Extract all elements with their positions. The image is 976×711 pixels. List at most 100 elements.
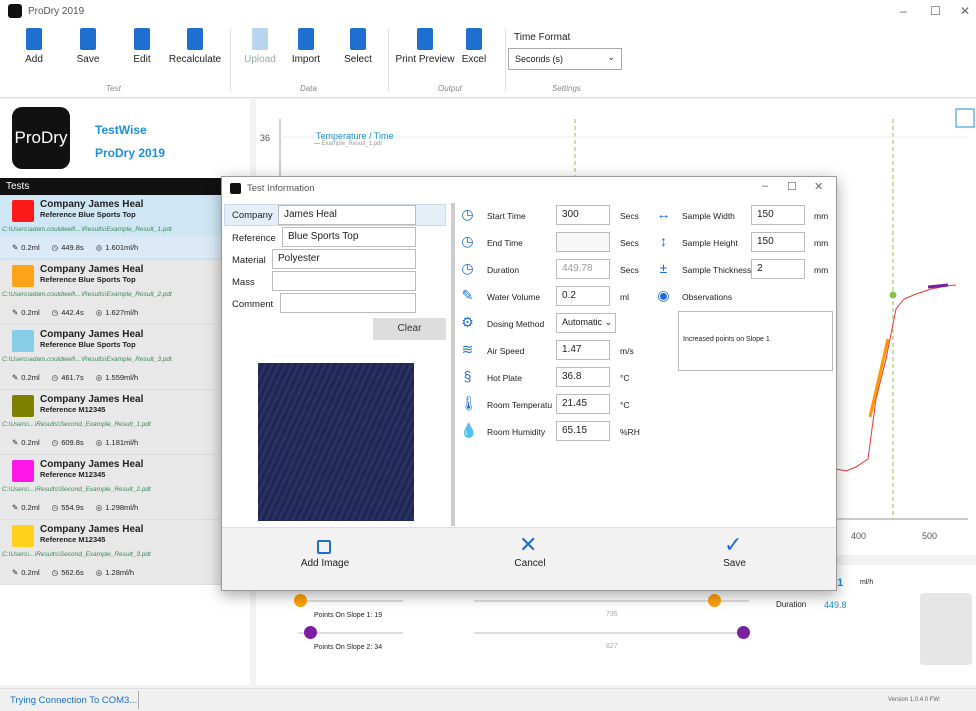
maximize-icon[interactable]: ☐ [787,180,797,193]
clear-button[interactable]: Clear [373,318,446,340]
upload-icon [252,28,268,50]
ribbon-divider [230,28,231,92]
sample-height-label: Sample Height [682,238,738,248]
observations-field[interactable]: Increased points on Slope 1 [678,311,833,371]
save-icon [80,28,96,50]
test-card[interactable]: Company James Heal Reference Blue Sports … [0,195,250,260]
recalculate-button[interactable]: Recalculate [164,28,226,65]
maximize-icon[interactable]: ☐ [930,4,941,18]
sample-thickness-field[interactable]: 2 [751,259,805,279]
slope-2-end-handle[interactable] [737,626,750,639]
rate-unit: ml/h [860,579,874,586]
slope-1-track[interactable] [298,600,403,602]
sample-height-field[interactable]: 150 [751,232,805,252]
dialog-splitter[interactable] [451,203,455,526]
end-time-field[interactable] [556,232,610,252]
test-card[interactable]: Company James Heal Reference M12345 C:\Use… [0,390,250,455]
test-path: C:\Users\adam.couldwell\...\Results\Exam… [2,291,172,298]
color-swatch [12,265,34,287]
test-rate: 1.559ml/h [105,372,139,382]
start-time-field[interactable]: 300 [556,205,610,225]
slope-2-end-track[interactable] [474,632,749,634]
left-panel: ProDry TestWise ProDry 2019 Tests Compan… [0,99,250,685]
edit-button[interactable]: Edit [114,28,170,65]
sample-width-field[interactable]: 150 [751,205,805,225]
brand-name: TestWise [95,123,147,137]
minimize-icon[interactable]: – [900,4,907,18]
rate-icon: ◎ [95,502,103,512]
ribbon: Add Save Edit Recalculate Test Upload Im… [0,22,976,98]
expand-icon[interactable] [955,108,975,128]
water-volume-unit: ml [620,292,629,302]
close-icon[interactable]: ✕ [814,180,823,193]
chevron-down-icon: ⌄ [604,317,612,327]
air-speed-field[interactable]: 1.47 [556,340,610,360]
minimize-icon[interactable]: – [762,180,768,192]
slope-2-points: Points On Slope 2: 34 [314,644,383,651]
test-volume: 0.2ml [21,307,40,317]
room-temperature-unit: °C [620,400,630,410]
room-humidity-field[interactable]: 65.15 [556,421,610,441]
excel-button[interactable]: Excel [446,28,502,65]
room-temperature-field[interactable]: 21.45 [556,394,610,414]
sample-height-unit: mm [814,238,829,248]
test-card[interactable]: Company James Heal Reference M12345 C:\Use… [0,455,250,520]
test-path: C:\Users\adam.couldwell\...\Results\Exam… [2,356,172,363]
close-icon[interactable]: ✕ [960,4,970,18]
tests-header: Tests [0,178,250,195]
import-button[interactable]: Import [278,28,334,65]
end-time-label: End Time [487,238,523,248]
hot-plate-unit: °C [620,373,630,383]
reference-field[interactable]: Blue Sports Top [282,227,416,247]
add-image-button[interactable]: Add Image [280,558,370,569]
duration-unit: Secs [620,265,639,275]
dosing-method-value: Automatic [562,317,603,327]
clock-icon: ◷ [51,372,59,382]
printer-icon [417,28,433,50]
dialog-title: Test Information [247,182,315,194]
test-reference: Reference M12345 [40,535,106,544]
time-format-select[interactable]: Seconds (s) ⌄ [508,48,622,70]
clock-icon: ◷ [51,437,59,447]
test-card[interactable]: Company James Heal Reference M12345 C:\Use… [0,520,250,585]
clock-icon: ◷ [461,233,474,249]
edit-icon [134,28,150,50]
mass-label: Mass [232,277,255,288]
test-card[interactable]: Company James Heal Reference Blue Sports … [0,325,250,390]
duration-field[interactable]: 449.78 [556,259,610,279]
test-rate: 1.627ml/h [105,307,139,317]
recalculate-label: Recalculate [168,54,222,65]
mass-field[interactable] [272,271,416,291]
save-button[interactable]: Save [697,558,772,569]
humidity-icon: 💧 [460,422,478,438]
device-image [920,593,972,665]
hot-plate-field[interactable]: 36.8 [556,367,610,387]
test-stats: ✎ 0.2ml ◷ 554.9s ◎ 1.298ml/h [0,496,250,518]
test-reference: Reference Blue Sports Top [40,210,136,219]
add-button[interactable]: Add [6,28,62,65]
rate-icon: ◎ [95,242,103,252]
select-button[interactable]: Select [330,28,386,65]
select-label: Select [344,54,372,65]
water-volume-field[interactable]: 0.2 [556,286,610,306]
select-icon [350,28,366,50]
comment-field[interactable] [280,293,416,313]
save-button[interactable]: Save [60,28,116,65]
slope-2-handle[interactable] [304,626,317,639]
thickness-icon: ± [659,260,668,276]
slope-1-end-handle[interactable] [708,594,721,607]
test-card[interactable]: Company James Heal Reference Blue Sports … [0,260,250,325]
material-field[interactable]: Polyester [272,249,416,269]
thermometer-icon: 🌡 [460,395,478,411]
edit-label: Edit [133,54,151,65]
test-company: Company James Heal [40,524,144,535]
sample-width-unit: mm [814,211,829,221]
marker-point[interactable] [889,291,897,299]
dosing-icon: ⚙ [461,314,474,330]
cancel-button[interactable]: Cancel [490,558,570,569]
dialog-footer: Add Image ✕ Cancel ✓ Save [222,527,836,590]
slope-1-handle[interactable] [294,594,307,607]
test-information-dialog: Test Information – ☐ ✕ Company James Hea… [221,176,837,591]
dosing-method-select[interactable]: Automatic ⌄ [556,313,616,333]
company-field[interactable]: James Heal [278,205,416,225]
